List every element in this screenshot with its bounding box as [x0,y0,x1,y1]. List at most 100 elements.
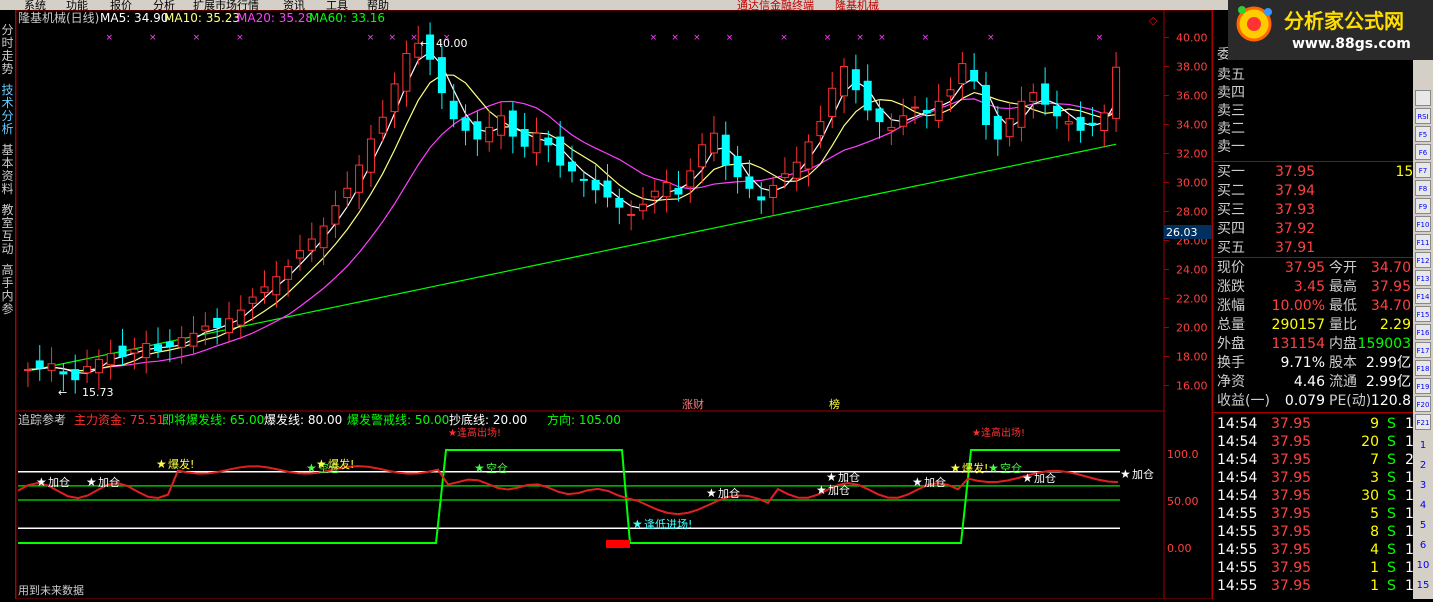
stat-value: 159003 [1357,336,1411,352]
signal-label: 加仓 [98,475,120,489]
stat-label: 总量 [1217,317,1245,333]
toolbar-button[interactable]: F17 [1415,342,1431,358]
stat-value: 10.00% [1271,298,1325,314]
tick-volume: 1 [1370,560,1379,576]
menu-item[interactable]: 系统 [24,0,46,10]
menu-item[interactable]: 分析 [153,0,175,10]
toolbar-button[interactable]: F16 [1415,324,1431,340]
tab-fundamentals[interactable]: 基本资料 [0,144,15,196]
menu-item[interactable]: 帮助 [367,0,389,10]
toolbar-button[interactable]: F19 [1415,378,1431,394]
toolbar-button[interactable] [1415,90,1431,106]
menu-item[interactable]: 工具 [326,0,348,10]
candle-body [130,348,139,354]
toolbar-button[interactable]: F15 [1415,306,1431,322]
signal-marker: × [367,33,375,43]
candle-body [544,137,553,146]
signal-label: 加仓 [1034,471,1056,485]
stat-value: 9.71% [1280,355,1325,371]
period-button[interactable]: 10 [1415,560,1431,571]
buy-row[interactable]: 买四37.92309 [1217,220,1433,238]
period-button[interactable]: 5 [1415,520,1431,531]
site-logo: 分析家公式网 www.88gs.com [1228,0,1433,60]
menu-item[interactable]: 扩展市场行情 [193,0,259,10]
star-icon: ★ [156,457,167,471]
sell-5[interactable]: 卖五 [1217,66,1245,84]
tab-intraday[interactable]: 分时走势 [0,24,15,76]
sell-2[interactable]: 卖二 [1217,120,1245,138]
toolbar-button[interactable]: F8 [1415,180,1431,196]
price-tick-label: 34.00 [1176,119,1208,132]
toolbar-button[interactable]: F7 [1415,162,1431,178]
stat-label: 流通 [1329,374,1357,390]
candle-body [1017,100,1026,128]
price-tick-label: 40.00 [1176,32,1208,45]
sell-1[interactable]: 卖一 [1217,138,1245,156]
buy-row[interactable]: 买二37.9446 [1217,182,1433,200]
tick-row: 14:55 37.95 1 S 1 [1217,577,1414,595]
toolbar-button[interactable]: F10 [1415,216,1431,232]
buy-row[interactable]: 买三37.93309 [1217,201,1433,219]
menu-item[interactable]: 功能 [66,0,88,10]
star-icon: ★ [1022,471,1033,485]
sell-4[interactable]: 卖四 [1217,84,1245,102]
candle-body [816,121,825,137]
toolbar-button[interactable]: F6 [1415,144,1431,160]
kline-chart[interactable]: 40.0038.0036.0034.0032.0030.0028.0026.00… [15,9,1213,600]
buy-label: 买二 [1217,183,1245,199]
period-button[interactable]: 15 [1415,580,1431,591]
toolbar-button[interactable]: F18 [1415,360,1431,376]
candle-body [804,141,813,170]
candle-body [769,184,778,198]
signal-label: 加仓 [838,470,860,484]
candle-body [993,115,1002,140]
buy-row[interactable]: 买一37.9515901 [1217,163,1433,181]
footer-note: 用到未来数据 [18,583,84,597]
buy-label: 买一 [1217,164,1245,180]
toolbar-button[interactable]: F11 [1415,234,1431,250]
tab-insider[interactable]: 高手内参 [0,264,15,316]
toolbar-button[interactable]: F13 [1415,270,1431,286]
candle-body [1029,92,1038,102]
candle-body [615,198,624,208]
candle-body [911,106,920,109]
candle-body [59,371,68,375]
star-icon: ★ [316,457,327,471]
period-button[interactable]: 1 [1415,440,1431,451]
signal-marker: × [824,33,832,43]
tab-classroom[interactable]: 教室互动 [0,204,15,256]
toolbar-button[interactable]: F14 [1415,288,1431,304]
diamond-icon: ◇ [1149,14,1158,27]
tick-price: 37.95 [1271,506,1312,522]
candle-body [402,52,411,92]
quote-panel: 委比 100.00% 委差 15901 卖五 卖四 卖三 卖二 卖一 买一37.… [1212,10,1433,599]
menu-bar: 系统 功能 报价 分析 扩展市场行情 资讯 工具 帮助 通达信金融终端 隆基机械 [0,0,1433,10]
tick-volume: 5 [1370,506,1379,522]
toolbar-button[interactable]: F20 [1415,396,1431,412]
stat-row: 净资 4.46 流通 2.99亿 [1217,373,1412,391]
candle-body [390,83,399,113]
tag-bang[interactable]: 榜 [829,397,840,411]
tag-zhangcai[interactable]: 涨财 [682,397,704,411]
period-button[interactable]: 3 [1415,480,1431,491]
ma20-legend: MA20: 35.28 [237,11,313,25]
toolbar-button[interactable]: F21 [1415,414,1431,430]
menu-item[interactable]: 资讯 [283,0,305,10]
tick-side: S [1387,524,1396,540]
warn-line-legend: 爆发警戒线: 50.00 [347,412,449,427]
tab-technical[interactable]: 技术分析 [0,84,15,136]
toolbar-button[interactable]: RSI [1415,108,1431,124]
period-button[interactable]: 4 [1415,500,1431,511]
menu-item[interactable]: 报价 [110,0,132,10]
buy-row[interactable]: 买五37.91329 [1217,239,1433,257]
toolbar-button[interactable]: F5 [1415,126,1431,142]
toolbar-button[interactable]: F9 [1415,198,1431,214]
period-button[interactable]: 6 [1415,540,1431,551]
period-button[interactable]: 2 [1415,460,1431,471]
candle-body [355,164,364,193]
stat-value: 2.99亿 [1365,355,1411,371]
sell-3[interactable]: 卖三 [1217,102,1245,120]
candle-body [343,187,352,199]
toolbar-button[interactable]: F12 [1415,252,1431,268]
chart-area[interactable]: 40.00 38.00 36.00 34.00 32.00 30.00 28.00 26.00… [15,9,1213,600]
